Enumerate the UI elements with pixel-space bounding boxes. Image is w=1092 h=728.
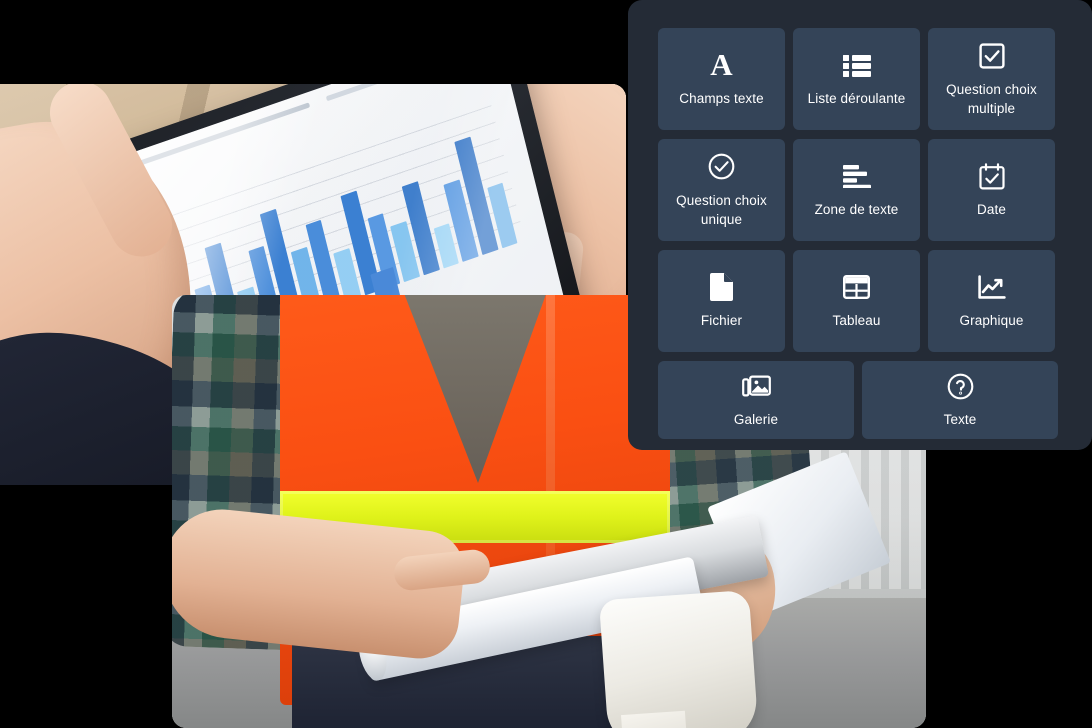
- field-tile-date[interactable]: Date: [928, 139, 1055, 241]
- field-tile-label: Fichier: [700, 313, 743, 328]
- field-tile-question-choix-multiple[interactable]: Question choix multiple: [928, 28, 1055, 130]
- table-grid-icon: [842, 272, 872, 302]
- field-tile-graphique[interactable]: Graphique: [928, 250, 1055, 352]
- text-lines-icon: [842, 161, 872, 191]
- file-document-icon: [707, 272, 737, 302]
- letter-a-icon: A: [710, 47, 733, 82]
- field-tile-question-choix-unique[interactable]: Question choix unique: [658, 139, 785, 241]
- field-tile-label: Texte: [943, 412, 977, 427]
- field-tile-zone-de-texte[interactable]: Zone de texte: [793, 139, 920, 241]
- field-types-panel: A Champs texte Liste déroulante Question…: [628, 0, 1092, 450]
- field-types-grid: A Champs texte Liste déroulante Question…: [658, 28, 1092, 352]
- field-tile-label: Liste déroulante: [807, 91, 906, 106]
- field-tile-galerie[interactable]: Galerie: [658, 361, 854, 439]
- field-tile-label: Graphique: [959, 313, 1024, 328]
- field-tile-label: Date: [977, 202, 1006, 217]
- field-tile-liste-deroulante[interactable]: Liste déroulante: [793, 28, 920, 130]
- bulleted-list-icon: [842, 50, 872, 80]
- radio-check-circle-icon: [707, 152, 737, 182]
- field-tile-label: Question choix unique: [676, 192, 767, 227]
- chart-line-up-icon: [977, 272, 1007, 302]
- screenshot-stage: A Champs texte Liste déroulante Question…: [0, 0, 1092, 728]
- field-tile-label: Question choix multiple: [946, 81, 1037, 116]
- field-tile-tableau[interactable]: Tableau: [793, 250, 920, 352]
- question-mark-circle-icon: [945, 371, 975, 401]
- work-glove: [598, 589, 760, 728]
- field-tile-label: Galerie: [733, 412, 779, 427]
- dashboard-subtitle-bar: [325, 84, 455, 102]
- field-tile-fichier[interactable]: Fichier: [658, 250, 785, 352]
- field-tile-label: Champs texte: [679, 91, 764, 106]
- images-gallery-icon: [741, 371, 771, 401]
- calendar-check-icon: [977, 161, 1007, 191]
- field-tile-champs-texte[interactable]: A Champs texte: [658, 28, 785, 130]
- field-types-grid-last-row: Galerie Texte: [658, 361, 1092, 439]
- field-tile-texte[interactable]: Texte: [862, 361, 1058, 439]
- field-tile-label: Zone de texte: [814, 202, 899, 217]
- field-tile-label: Tableau: [832, 313, 881, 328]
- checkbox-checked-icon: [977, 41, 1007, 71]
